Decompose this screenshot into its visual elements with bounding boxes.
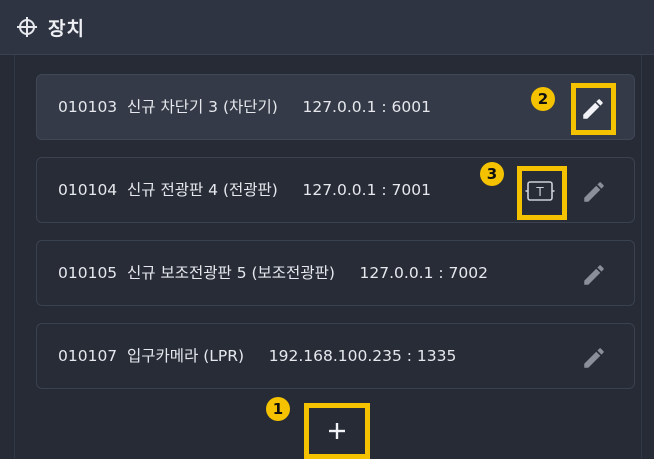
edit-button[interactable] — [579, 177, 609, 207]
pencil-icon — [583, 99, 603, 119]
device-item-label: 010103 신규 차단기 3 (차단기) 127.0.0.1 : 6001 — [58, 98, 431, 116]
text-display-button[interactable]: T — [525, 176, 555, 206]
edit-button[interactable] — [578, 94, 608, 124]
annotation-badge-3: 3 — [480, 162, 504, 186]
device-item-label: 010105 신규 보조전광판 5 (보조전광판) 127.0.0.1 : 70… — [58, 264, 488, 282]
text-box-icon: T — [525, 181, 555, 201]
device-item-label: 010104 신규 전광판 4 (전광판) 127.0.0.1 : 7001 — [58, 181, 431, 199]
device-item[interactable]: 010105 신규 보조전광판 5 (보조전광판) 127.0.0.1 : 70… — [36, 240, 635, 306]
device-network-icon — [17, 17, 37, 37]
device-item-label: 010107 입구카메라 (LPR) 192.168.100.235 : 133… — [58, 347, 457, 365]
annotation-badge-1: 1 — [266, 397, 290, 421]
pencil-icon — [584, 265, 604, 285]
plus-icon — [329, 423, 345, 439]
annotation-badge-2: 2 — [531, 87, 555, 111]
add-device-button[interactable] — [304, 403, 370, 459]
device-item[interactable]: 010107 입구카메라 (LPR) 192.168.100.235 : 133… — [36, 323, 635, 389]
svg-text:T: T — [535, 185, 544, 199]
device-panel: 장치 010103 신규 차단기 3 (차단기) 127.0.0.1 : 600… — [0, 0, 654, 459]
pencil-icon — [584, 348, 604, 368]
edit-button[interactable] — [579, 260, 609, 290]
pencil-icon — [584, 182, 604, 202]
edit-button[interactable] — [579, 343, 609, 373]
panel-header: 장치 — [0, 0, 654, 55]
page-title: 장치 — [48, 18, 85, 40]
